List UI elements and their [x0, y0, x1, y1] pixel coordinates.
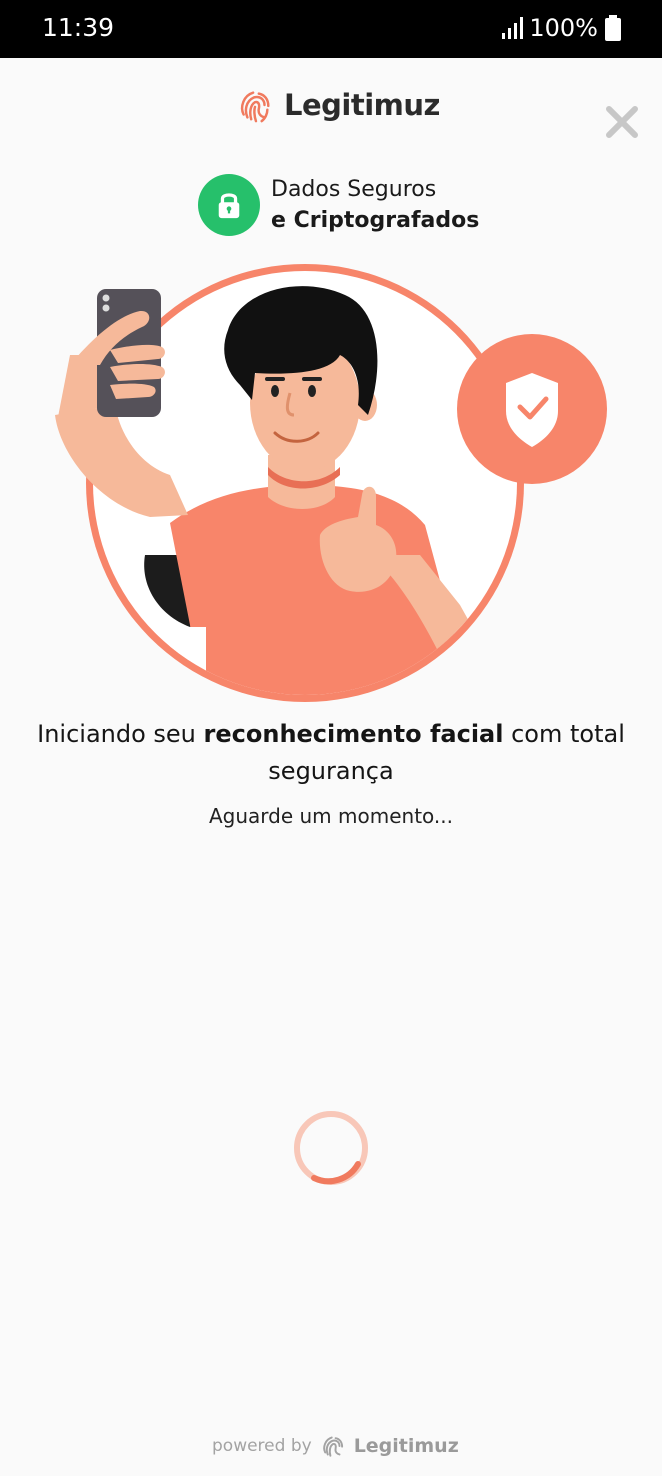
secure-data-badge: Dados Seguros e Criptografados: [198, 174, 479, 236]
footer-brand-name: Legitimuz: [353, 1435, 459, 1457]
brand-name: Legitimuz: [284, 88, 440, 122]
wait-message: Aguarde um momento...: [208, 804, 454, 828]
lock-badge: [198, 174, 260, 236]
secure-text-line1: Dados Seguros: [271, 177, 437, 202]
fingerprint-icon: [322, 1436, 343, 1457]
status-icons: 100%: [501, 14, 622, 42]
signal-icon: [502, 17, 524, 39]
powered-by-footer: powered by Legitimuz: [212, 1432, 459, 1460]
face-recognition-loading-screen: 11:39 100% Legitimuz Dados Seguros e Cri…: [0, 0, 662, 1476]
battery-icon: [605, 15, 621, 41]
battery-percentage: 100%: [529, 14, 598, 42]
brand-logo: Legitimuz: [236, 85, 440, 125]
headline-bold: reconhecimento facial: [203, 720, 504, 748]
selfie-illustration: [55, 264, 607, 702]
secure-text-line2: e Criptografados: [271, 208, 480, 233]
lock-icon: [218, 193, 240, 219]
status-time: 11:39: [42, 13, 115, 42]
powered-by-label: powered by: [212, 1436, 312, 1456]
fingerprint-icon: [240, 91, 270, 123]
status-bar: 11:39 100%: [0, 0, 662, 58]
loading-spinner: [294, 1111, 368, 1185]
close-icon[interactable]: [602, 102, 642, 142]
close-button[interactable]: [602, 102, 642, 142]
headline: Iniciando seu reconhecimento facial com …: [20, 716, 642, 790]
headline-prefix: Iniciando seu: [37, 720, 204, 748]
